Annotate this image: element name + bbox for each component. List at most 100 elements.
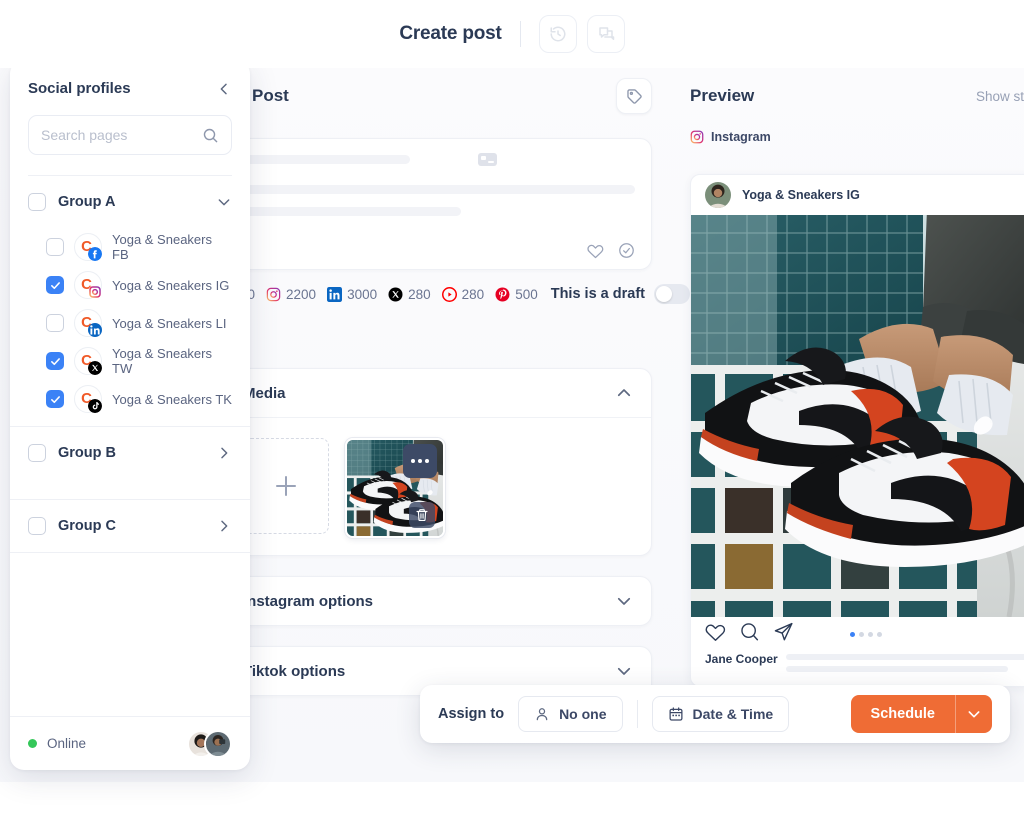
chevron-right-icon[interactable] [216,518,232,534]
search-pages-box[interactable] [28,115,232,155]
instagram-options-header[interactable]: Instagram options [221,577,651,625]
media-thumbnail[interactable] [345,438,445,538]
editor-actions [237,242,635,259]
sidebar-spacer [10,552,250,716]
tag-button[interactable] [616,78,652,114]
carousel-dots [850,631,882,637]
assignee-button[interactable]: No one [518,696,623,732]
schedule-button[interactable]: Schedule [851,695,955,733]
check-icon [50,281,60,289]
preview-caption: Jane Cooper [691,651,1024,686]
media-section-header[interactable]: Media [221,369,651,417]
date-time-button[interactable]: Date & Time [651,696,790,732]
character-counters: 00 2200 [220,280,690,308]
preview-user-row: Yoga & Sneakers IG [691,175,1024,215]
chevron-left-icon[interactable] [216,81,232,97]
schedule-button-group[interactable]: Schedule [850,695,992,733]
plus-icon [276,476,296,496]
header-divider [519,21,521,47]
profile-row-linkedin[interactable]: C Yoga & Sneakers LI [10,304,250,342]
preview-caption-skeleton [785,651,1024,672]
check-icon [50,357,60,365]
tiktok-badge-icon [88,399,102,413]
check-circle-icon[interactable] [618,242,635,259]
comments-button[interactable] [586,15,625,53]
chevron-right-icon[interactable] [216,445,232,461]
profile-row-facebook[interactable]: C Yoga & Sneakers FB [10,228,250,266]
post-editor[interactable] [220,138,652,270]
history-button[interactable] [538,15,577,53]
counter-linkedin: 3000 [327,286,378,302]
schedule-dropdown-button[interactable] [956,695,992,733]
avatar: C [74,385,102,413]
caption-line [785,666,1008,672]
carousel-dot[interactable] [859,631,864,637]
show-stats-link[interactable]: Show st [976,89,1024,104]
sidebar-group-a[interactable]: Group A [10,176,250,228]
search-input[interactable] [41,127,201,143]
carousel-dot[interactable] [850,631,855,637]
group-a-label: Group A [58,194,116,210]
check-icon [50,395,60,403]
chevron-up-icon[interactable] [615,384,633,402]
sidebar-group-b[interactable]: Group B [10,427,250,479]
bottom-bar-divider [636,700,638,728]
instagram-icon [266,287,281,302]
chevron-down-icon[interactable] [615,592,633,610]
counter-value: 3000 [347,286,378,302]
add-media-dropzone[interactable] [243,438,329,534]
sidebar-group-c[interactable]: Group C [10,500,250,552]
linkedin-badge-icon [88,323,102,337]
instagram-options-title: Instagram options [243,592,374,610]
send-icon[interactable] [773,621,794,647]
social-profiles-sidebar: Social profiles Group A [10,60,250,770]
media-section: Media [220,368,652,556]
chevron-down-icon[interactable] [615,662,633,680]
sidebar-footer: Online [10,716,250,770]
group-c-checkbox[interactable] [28,517,46,535]
profile-checkbox-tk[interactable] [46,390,64,408]
editor-skeleton-line-1 [237,153,635,166]
profile-checkbox-li[interactable] [46,314,64,332]
youtube-icon [441,286,457,302]
avatar [204,729,232,758]
trash-icon [416,509,428,522]
search-icon[interactable] [202,127,219,144]
group-b-checkbox[interactable] [28,444,46,462]
comment-icon[interactable] [739,621,760,647]
profile-name: Yoga & Sneakers TW [112,346,212,376]
online-avatars[interactable] [187,729,232,758]
carousel-dot[interactable] [868,631,873,637]
carousel-dot[interactable] [877,631,882,637]
post-header: Post [186,68,666,124]
profile-checkbox-fb[interactable] [46,238,64,256]
media-section-body [221,417,651,558]
heart-icon[interactable] [587,242,604,259]
user-icon [536,708,548,721]
counter-instagram: 2200 [266,287,316,302]
more-dot [425,459,429,463]
media-more-button[interactable] [403,444,437,478]
date-time-value: Date & Time [692,706,774,722]
counter-youtube: 280 [441,286,484,302]
assign-to-label: Assign to [438,706,505,722]
preview-card: Yoga & Sneakers IG Jane Cooper [690,174,1024,687]
post-column: Post 2200 3000 280 280 500 This is a dra… [186,68,690,782]
profile-row-x[interactable]: C Yoga & Sneakers TW [10,342,250,380]
profile-checkbox-ig[interactable] [46,276,64,294]
chevron-down-icon[interactable] [216,194,232,210]
profile-row-tiktok[interactable]: C Yoga & Sneakers TK [10,380,250,418]
group-b-label: Group B [58,445,116,461]
tag-icon [626,88,642,104]
profile-name: Yoga & Sneakers LI [112,315,227,331]
profile-row-instagram[interactable]: C Yoga & Sneakers IG [10,266,250,304]
avatar [705,182,731,208]
group-a-checkbox[interactable] [28,193,46,211]
media-delete-button[interactable] [409,502,435,528]
heart-icon[interactable] [705,621,726,647]
profile-checkbox-tw[interactable] [46,352,64,370]
more-dot [418,459,422,463]
avatar: C [74,347,102,375]
preview-image-content [691,215,1024,617]
preview-actions [691,617,1024,651]
